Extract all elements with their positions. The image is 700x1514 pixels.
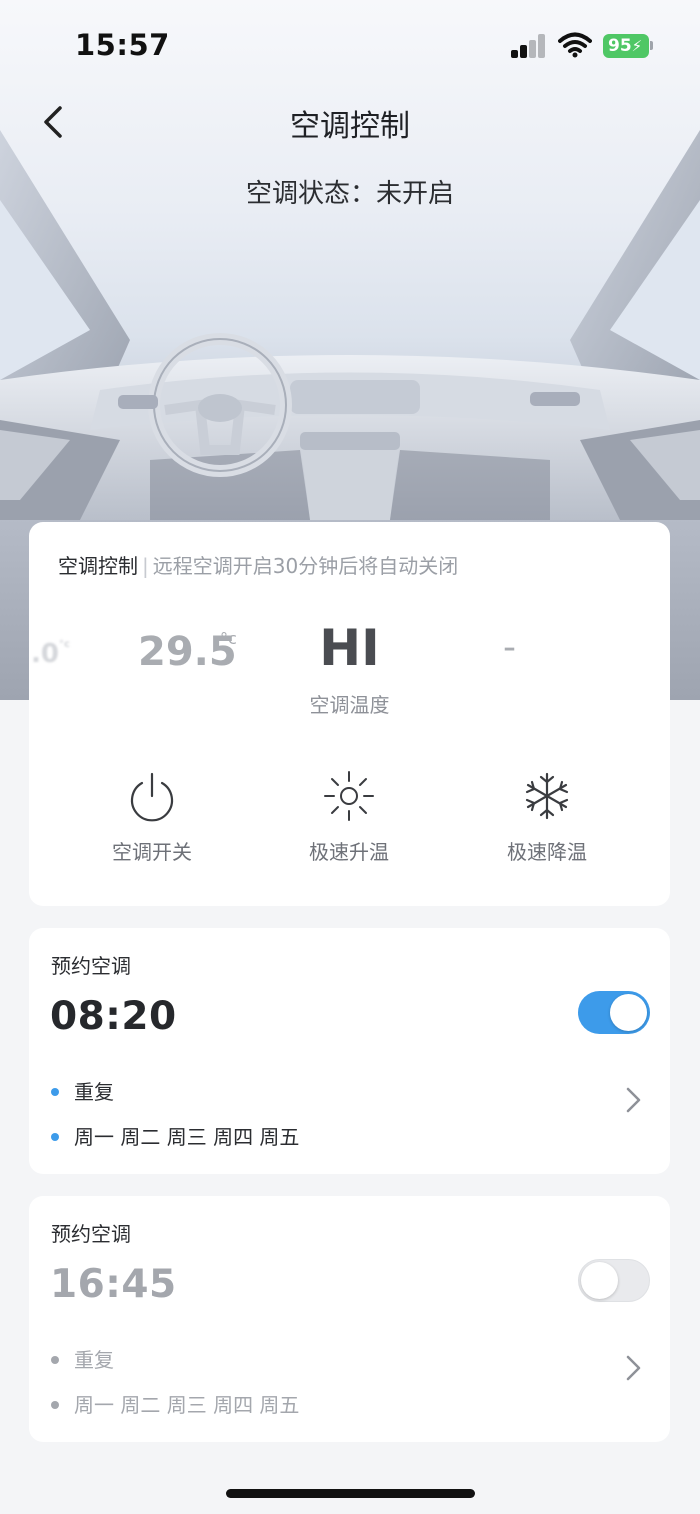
repeat-label: 重复	[74, 1348, 114, 1372]
schedule-time[interactable]: 08:20	[50, 994, 177, 1039]
temp-option-next[interactable]: -	[503, 627, 516, 668]
schedule-time[interactable]: 16:45	[50, 1262, 177, 1307]
bullet-dot	[51, 1087, 59, 1096]
page-title: 空调控制	[290, 109, 410, 144]
temp-label: 空调温度	[309, 693, 390, 717]
control-card-header: 空调控制 | 远程空调开启30分钟后将自动关闭	[58, 550, 458, 579]
bullet-dot	[51, 1355, 59, 1364]
schedule-card[interactable]: 预约空调 08:20 重复 周一 周二 周三 周四 周五	[29, 928, 670, 1174]
repeat-days: 周一 周二 周三 周四 周五	[74, 1393, 300, 1417]
toggle-knob	[581, 1262, 618, 1299]
rapid-cool-label: 极速降温	[507, 840, 587, 864]
chevron-right-icon[interactable]	[621, 1353, 645, 1383]
battery-level: 95	[608, 36, 632, 56]
power-icon	[130, 772, 174, 822]
days-row: 周一 周二 周三 周四 周五	[51, 1389, 299, 1418]
schedule-title: 预约空调	[51, 954, 131, 978]
chevron-right-icon[interactable]	[621, 1085, 645, 1115]
rapid-cool-button[interactable]: 极速降温	[477, 770, 617, 880]
schedule-toggle[interactable]	[578, 991, 650, 1034]
rapid-heat-label: 极速升温	[309, 840, 389, 864]
ac-power-label: 空调开关	[112, 840, 192, 864]
bullet-dot	[51, 1400, 59, 1409]
toggle-knob	[610, 994, 647, 1031]
ac-power-button[interactable]: 空调开关	[82, 770, 222, 880]
repeat-days: 周一 周二 周三 周四 周五	[74, 1125, 300, 1149]
rapid-heat-button[interactable]: 极速升温	[279, 770, 419, 880]
schedule-toggle[interactable]	[578, 1259, 650, 1302]
snowflake-icon	[525, 772, 569, 820]
ac-control-card: 空调控制 | 远程空调开启30分钟后将自动关闭 .0°c 29.5 °c HI - 空…	[29, 522, 670, 906]
days-row: 周一 周二 周三 周四 周五	[51, 1121, 299, 1150]
repeat-row: 重复	[51, 1344, 114, 1373]
ac-status-text: 空调状态：未开启	[245, 179, 454, 209]
battery-icon: 95⚡	[603, 34, 649, 58]
repeat-row: 重复	[51, 1076, 114, 1105]
header-separator: |	[142, 554, 149, 578]
home-indicator[interactable]	[226, 1489, 475, 1498]
temp-current[interactable]: HI	[29, 619, 670, 677]
schedule-card[interactable]: 预约空调 16:45 重复 周一 周二 周三 周四 周五	[29, 1196, 670, 1442]
sun-icon	[324, 771, 374, 821]
bullet-dot	[51, 1132, 59, 1141]
control-card-title: 空调控制	[58, 554, 138, 578]
status-bar: 15:57 95⚡	[0, 0, 700, 90]
cellular-signal-icon	[511, 34, 547, 58]
wifi-icon	[558, 32, 592, 58]
repeat-label: 重复	[74, 1080, 114, 1104]
schedule-title: 预约空调	[51, 1222, 131, 1246]
auto-off-note: 远程空调开启30分钟后将自动关闭	[152, 554, 459, 578]
battery-cap	[650, 41, 653, 50]
status-time: 15:57	[75, 28, 170, 62]
